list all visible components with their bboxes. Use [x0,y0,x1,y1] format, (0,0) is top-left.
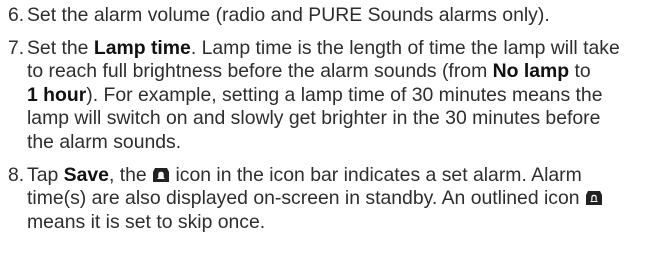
instruction-list: 6. Set the alarm volume (radio and PURE … [8,4,660,234]
step-8-line-2: time(s) are also displayed on-screen in … [27,187,660,211]
step-number: 8. [8,163,25,186]
step-7-line-4: lamp will switch on and slowly get brigh… [27,107,601,130]
step-8: 8. Tap Save, the icon in the icon bar in… [8,164,660,235]
step-6: 6. Set the alarm volume (radio and PURE … [8,4,660,28]
text: Tap [27,163,64,186]
step-7: 7. Set the Lamp time. Lamp time is the l… [8,37,660,155]
step-number: 7. [8,36,25,59]
step-7-line-2: to reach full brightness before the alar… [27,60,660,84]
text: to [569,60,591,83]
step-7-line-5: the alarm sounds. [27,130,182,153]
alarm-set-icon [152,167,170,183]
step-number: 6. [8,4,25,26]
lamp-time-term: Lamp time [93,36,191,59]
no-lamp-term: No lamp [492,60,570,83]
text: , the [108,163,153,186]
text: to reach full brightness before the alar… [27,60,493,83]
one-hour-term: 1 hour [27,83,87,106]
step-8-line-1: Tap Save, the icon in the icon bar indic… [27,164,660,188]
text: Set the [27,36,94,59]
text: icon in the icon bar indicates a set ala… [170,163,582,186]
step-8-line-3: means it is set to skip once. [27,210,266,233]
text: . Lamp time is the length of time the la… [190,36,620,59]
save-term: Save [63,163,109,186]
text: time(s) are also displayed on-screen in … [27,187,580,210]
step-6-text: Set the alarm volume (radio and PURE Sou… [27,4,550,26]
alarm-skip-once-icon [585,190,603,206]
text: ). For example, setting a lamp time of 3… [86,83,603,106]
step-7-line-1: Set the Lamp time. Lamp time is the leng… [27,37,660,61]
step-7-line-3: 1 hour). For example, setting a lamp tim… [27,84,660,108]
